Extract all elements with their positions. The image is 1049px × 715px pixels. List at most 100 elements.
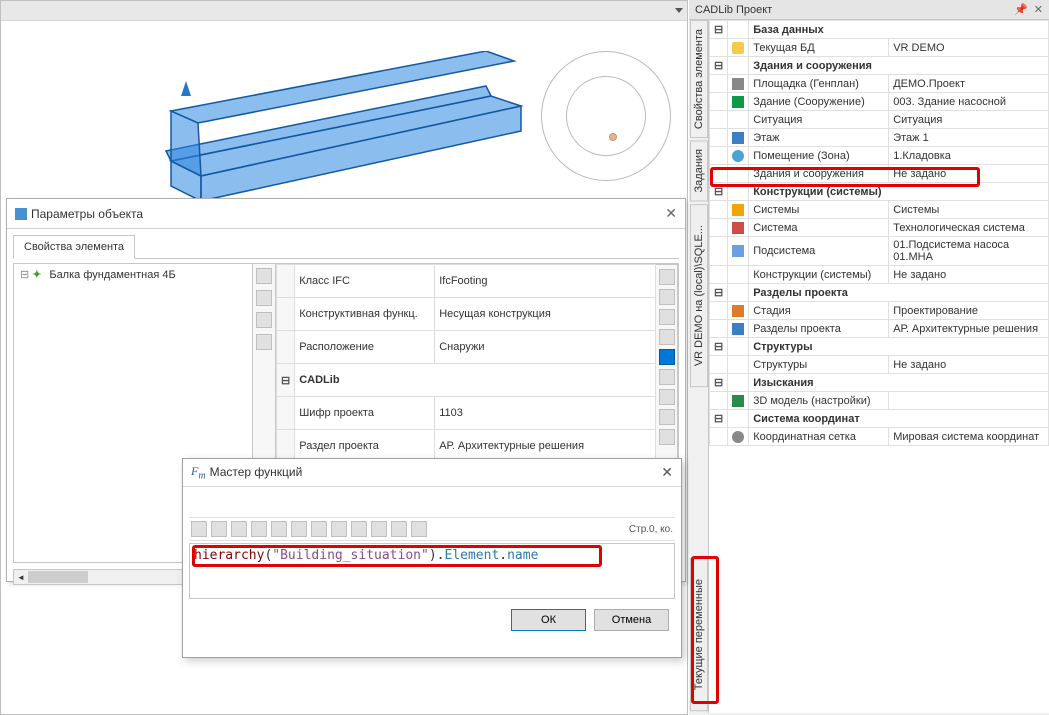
prop-label: Площадка (Генплан): [749, 75, 889, 93]
prop-value[interactable]: Системы: [889, 201, 1049, 219]
group-project-sections[interactable]: Разделы проекта: [749, 284, 1049, 302]
vtab-element-properties[interactable]: Свойства элемента: [690, 20, 708, 138]
group-buildings[interactable]: Здания и сооружения: [749, 57, 1049, 75]
params-window-icon: [15, 208, 27, 220]
prop-value[interactable]: 1103: [435, 397, 656, 430]
prop-value[interactable]: Проектирование: [889, 302, 1049, 320]
section-icon: [732, 323, 744, 335]
prop-label: Здания и сооружения: [749, 165, 889, 183]
params-titlebar[interactable]: Параметры объекта ✕: [7, 199, 685, 229]
prop-value[interactable]: ДЕМО.Проект: [889, 75, 1049, 93]
expand-toggle[interactable]: ⊟: [710, 374, 728, 392]
toolbar-building-icon[interactable]: [256, 290, 272, 306]
expand-toggle[interactable]: ⊟: [277, 364, 295, 397]
expand-toggle[interactable]: ⊟: [710, 338, 728, 356]
system-icon: [732, 204, 744, 216]
tool-icon[interactable]: [411, 521, 427, 537]
tool-icon[interactable]: [231, 521, 247, 537]
tool-icon[interactable]: [351, 521, 367, 537]
cadlib-project-panel: CADLib Проект 📌 ✕ Свойства элемента Зада…: [689, 0, 1049, 715]
prop-value[interactable]: Этаж 1: [889, 129, 1049, 147]
prop-value[interactable]: IfcFooting: [435, 265, 656, 298]
prop-value[interactable]: Несущая конструкция: [435, 298, 656, 331]
group-constructions[interactable]: Конструкции (системы): [749, 183, 1049, 201]
view-navigation-compass[interactable]: [541, 51, 671, 181]
vtab-tasks[interactable]: Задания: [690, 140, 708, 201]
toolbar-action8-icon[interactable]: [659, 429, 675, 445]
prop-value[interactable]: 003. Здание насосной: [889, 93, 1049, 111]
expand-toggle[interactable]: ⊟: [710, 284, 728, 302]
prop-label: Текущая БД: [749, 39, 889, 57]
tool-icon[interactable]: [191, 521, 207, 537]
group-surveys[interactable]: Изыскания: [749, 374, 1049, 392]
panel-titlebar[interactable]: CADLib Проект 📌 ✕: [689, 0, 1049, 20]
toolbar-action2-icon[interactable]: [659, 289, 675, 305]
wizard-title-text: Мастер функций: [210, 465, 303, 479]
prop-value[interactable]: [889, 392, 1049, 410]
toolbar-action5-icon[interactable]: [659, 369, 675, 385]
tool-icon[interactable]: [331, 521, 347, 537]
tool-icon[interactable]: [271, 521, 287, 537]
expand-toggle[interactable]: ⊟: [710, 183, 728, 201]
canvas-titlebar: [1, 1, 687, 21]
group-coordsys[interactable]: Система координат: [749, 410, 1049, 428]
vtab-vrdemo[interactable]: VR DEMO на (local)\SQLE...: [690, 204, 708, 387]
group-database[interactable]: База данных: [749, 21, 1049, 39]
tool-icon[interactable]: [391, 521, 407, 537]
tool-icon[interactable]: [251, 521, 267, 537]
expand-toggle[interactable]: ⊟: [710, 57, 728, 75]
close-icon[interactable]: ✕: [661, 464, 673, 481]
pin-icon[interactable]: 📌: [1014, 3, 1028, 16]
prop-value[interactable]: Технологическая система: [889, 219, 1049, 237]
prop-value[interactable]: Не задано: [889, 266, 1049, 284]
prop-value[interactable]: Не задано: [889, 165, 1049, 183]
tree-item-beam[interactable]: ⊟ ✦ Балка фундаментная 4Б: [16, 266, 250, 283]
prop-value[interactable]: 01.Подсистема насоса 01.МНА: [889, 237, 1049, 266]
model-3d-viewport[interactable]: [91, 51, 531, 211]
model3d-icon: [732, 395, 744, 407]
canvas-options-dropdown[interactable]: [675, 8, 683, 13]
toolbar-action7-icon[interactable]: [659, 409, 675, 425]
vtab-current-variables[interactable]: Текущие переменные: [690, 558, 708, 711]
prop-value[interactable]: Ситуация: [889, 111, 1049, 129]
wizard-cursor-status: Стр.0, ко.: [629, 524, 673, 535]
toolbar-tree-icon[interactable]: [659, 329, 675, 345]
database-icon: [732, 42, 744, 54]
prop-value[interactable]: Не задано: [889, 356, 1049, 374]
toolbar-copy-icon[interactable]: [256, 312, 272, 328]
tool-icon[interactable]: [211, 521, 227, 537]
prop-group-cadlib[interactable]: CADLib: [295, 364, 656, 397]
prop-value[interactable]: Мировая система координат: [889, 428, 1049, 446]
expand-toggle[interactable]: ⊟: [710, 21, 728, 39]
toolbar-action6-icon[interactable]: [659, 389, 675, 405]
function-code-input[interactable]: hierarchy("Building_situation").Element.…: [189, 543, 675, 599]
prop-value[interactable]: VR DEMO: [889, 39, 1049, 57]
vertical-tabs: Свойства элемента Задания VR DEMO на (lo…: [689, 20, 709, 713]
expand-toggle[interactable]: ⊟: [710, 410, 728, 428]
close-icon[interactable]: ✕: [1034, 3, 1043, 16]
tool-icon[interactable]: [311, 521, 327, 537]
cancel-button[interactable]: Отмена: [594, 609, 669, 631]
prop-value-room[interactable]: 1.Кладовка: [889, 147, 1049, 165]
toolbar-action1-icon[interactable]: [659, 269, 675, 285]
prop-label: Конструкции (системы): [749, 266, 889, 284]
wizard-titlebar[interactable]: Fm Мастер функций ✕: [183, 459, 681, 487]
coord-icon: [732, 431, 744, 443]
prop-label: Стадия: [749, 302, 889, 320]
toolbar-action3-icon[interactable]: [659, 309, 675, 325]
tab-element-properties[interactable]: Свойства элемента: [13, 235, 135, 259]
toolbar-cadlib-icon[interactable]: [659, 349, 675, 365]
prop-value[interactable]: Снаружи: [435, 331, 656, 364]
tool-icon[interactable]: [291, 521, 307, 537]
toolbar-pin-icon[interactable]: [256, 268, 272, 284]
prop-label: 3D модель (настройки): [749, 392, 889, 410]
prop-value[interactable]: АР. Архитектурные решения: [889, 320, 1049, 338]
toolbar-delete-icon[interactable]: [256, 334, 272, 350]
close-icon[interactable]: ✕: [665, 205, 677, 222]
group-structures[interactable]: Структуры: [749, 338, 1049, 356]
ok-button[interactable]: ОК: [511, 609, 586, 631]
prop-label: Подсистема: [749, 237, 889, 266]
prop-label: Шифр проекта: [295, 397, 435, 430]
tool-icon[interactable]: [371, 521, 387, 537]
project-property-grid[interactable]: ⊟ База данных Текущая БДVR DEMO ⊟ Здания и…: [709, 20, 1049, 713]
